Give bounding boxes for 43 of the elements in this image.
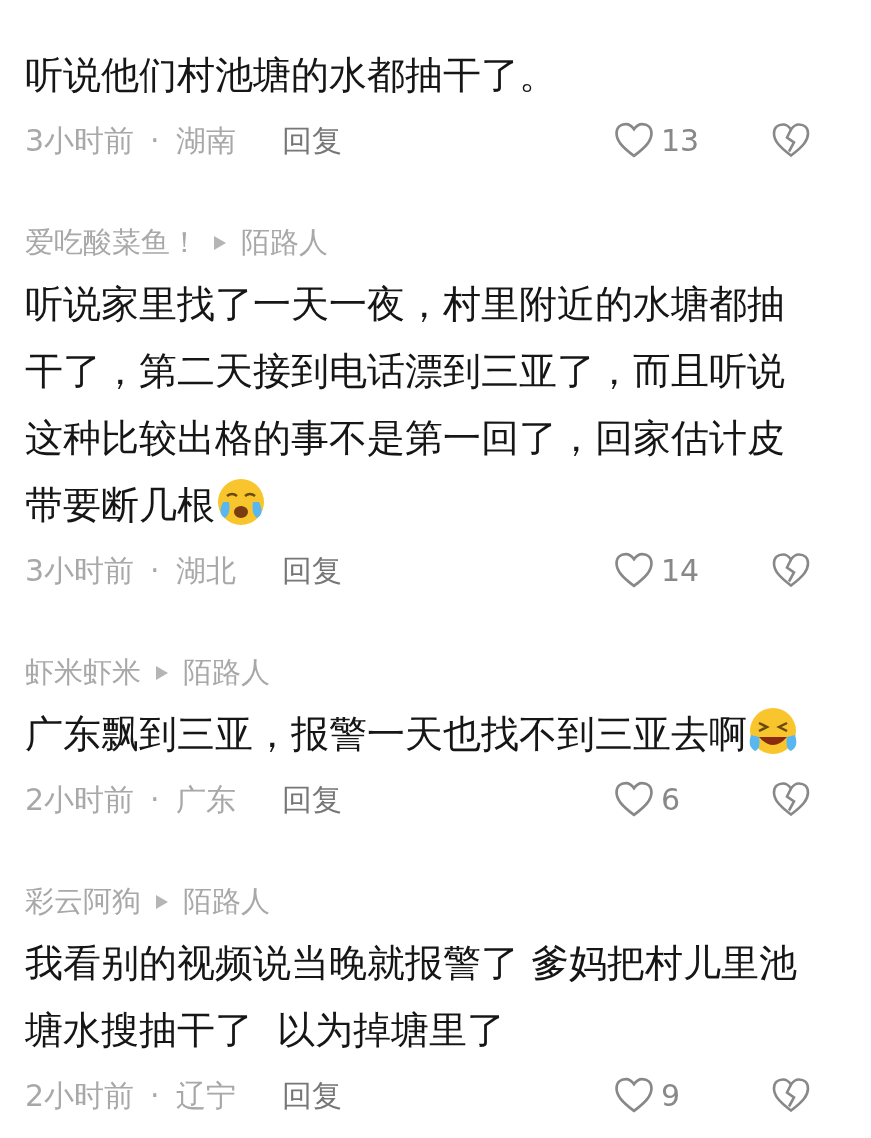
reply-arrow-icon	[155, 894, 169, 910]
like-heart-icon[interactable]	[613, 551, 655, 589]
comment-time: 2小时前	[25, 780, 135, 819]
reply-link[interactable]: 回复	[281, 117, 342, 163]
dislike-broken-heart-icon[interactable]	[771, 551, 811, 589]
reply-target-name[interactable]: 陌路人	[241, 221, 328, 265]
comment-text: 广东飘到三亚，报警一天也找不到三亚去啊	[25, 701, 811, 768]
comment-text: 我看别的视频说当晚就报警了 爹妈把村儿里池塘水搜抽干了 以为掉塘里了	[25, 940, 799, 1054]
comment-location: 辽宁	[175, 1076, 236, 1115]
comment-time: 3小时前	[25, 121, 135, 160]
comment-time: 2小时前	[25, 1076, 135, 1115]
like-heart-icon[interactable]	[613, 121, 655, 159]
reply-target-name[interactable]: 陌路人	[183, 651, 270, 695]
comment-location: 湖北	[175, 551, 236, 590]
reply-target-name[interactable]: 陌路人	[183, 880, 270, 924]
username[interactable]: 彩云阿狗	[25, 880, 141, 924]
like-count: 6	[661, 780, 681, 819]
dot-separator: ·	[150, 1076, 160, 1115]
comment-location: 广东	[175, 780, 236, 819]
like-count: 14	[661, 551, 700, 590]
reply-link[interactable]: 回复	[281, 547, 342, 593]
dislike-broken-heart-icon[interactable]	[771, 780, 811, 818]
emoji-icon	[747, 705, 799, 757]
like-heart-icon[interactable]	[613, 1076, 655, 1114]
like-heart-icon[interactable]	[613, 780, 655, 818]
reply-link[interactable]: 回复	[281, 776, 342, 822]
dislike-broken-heart-icon[interactable]	[771, 1076, 811, 1114]
emoji-icon	[215, 476, 267, 528]
comment-text: 听说他们村池塘的水都抽干了。	[25, 52, 558, 99]
reply-arrow-icon	[155, 665, 169, 681]
dislike-broken-heart-icon[interactable]	[771, 121, 811, 159]
like-count: 13	[661, 121, 700, 160]
username[interactable]: 虾米虾米	[25, 651, 141, 695]
comment-time: 3小时前	[25, 551, 135, 590]
username[interactable]: 爱吃酸菜鱼！	[25, 221, 199, 265]
comment-text: 听说家里找了一天一夜，村里附近的水塘都抽干了，第二天接到电话漂到三亚了，而且听说这种比较出格的事不是第一回了，回家估计皮带要断几根	[25, 281, 786, 530]
dot-separator: ·	[150, 121, 160, 160]
reply-arrow-icon	[213, 235, 227, 251]
dot-separator: ·	[150, 780, 160, 819]
reply-link[interactable]: 回复	[281, 1072, 342, 1118]
like-count: 9	[661, 1076, 681, 1115]
comment-location: 湖南	[175, 121, 236, 160]
dot-separator: ·	[150, 551, 160, 590]
